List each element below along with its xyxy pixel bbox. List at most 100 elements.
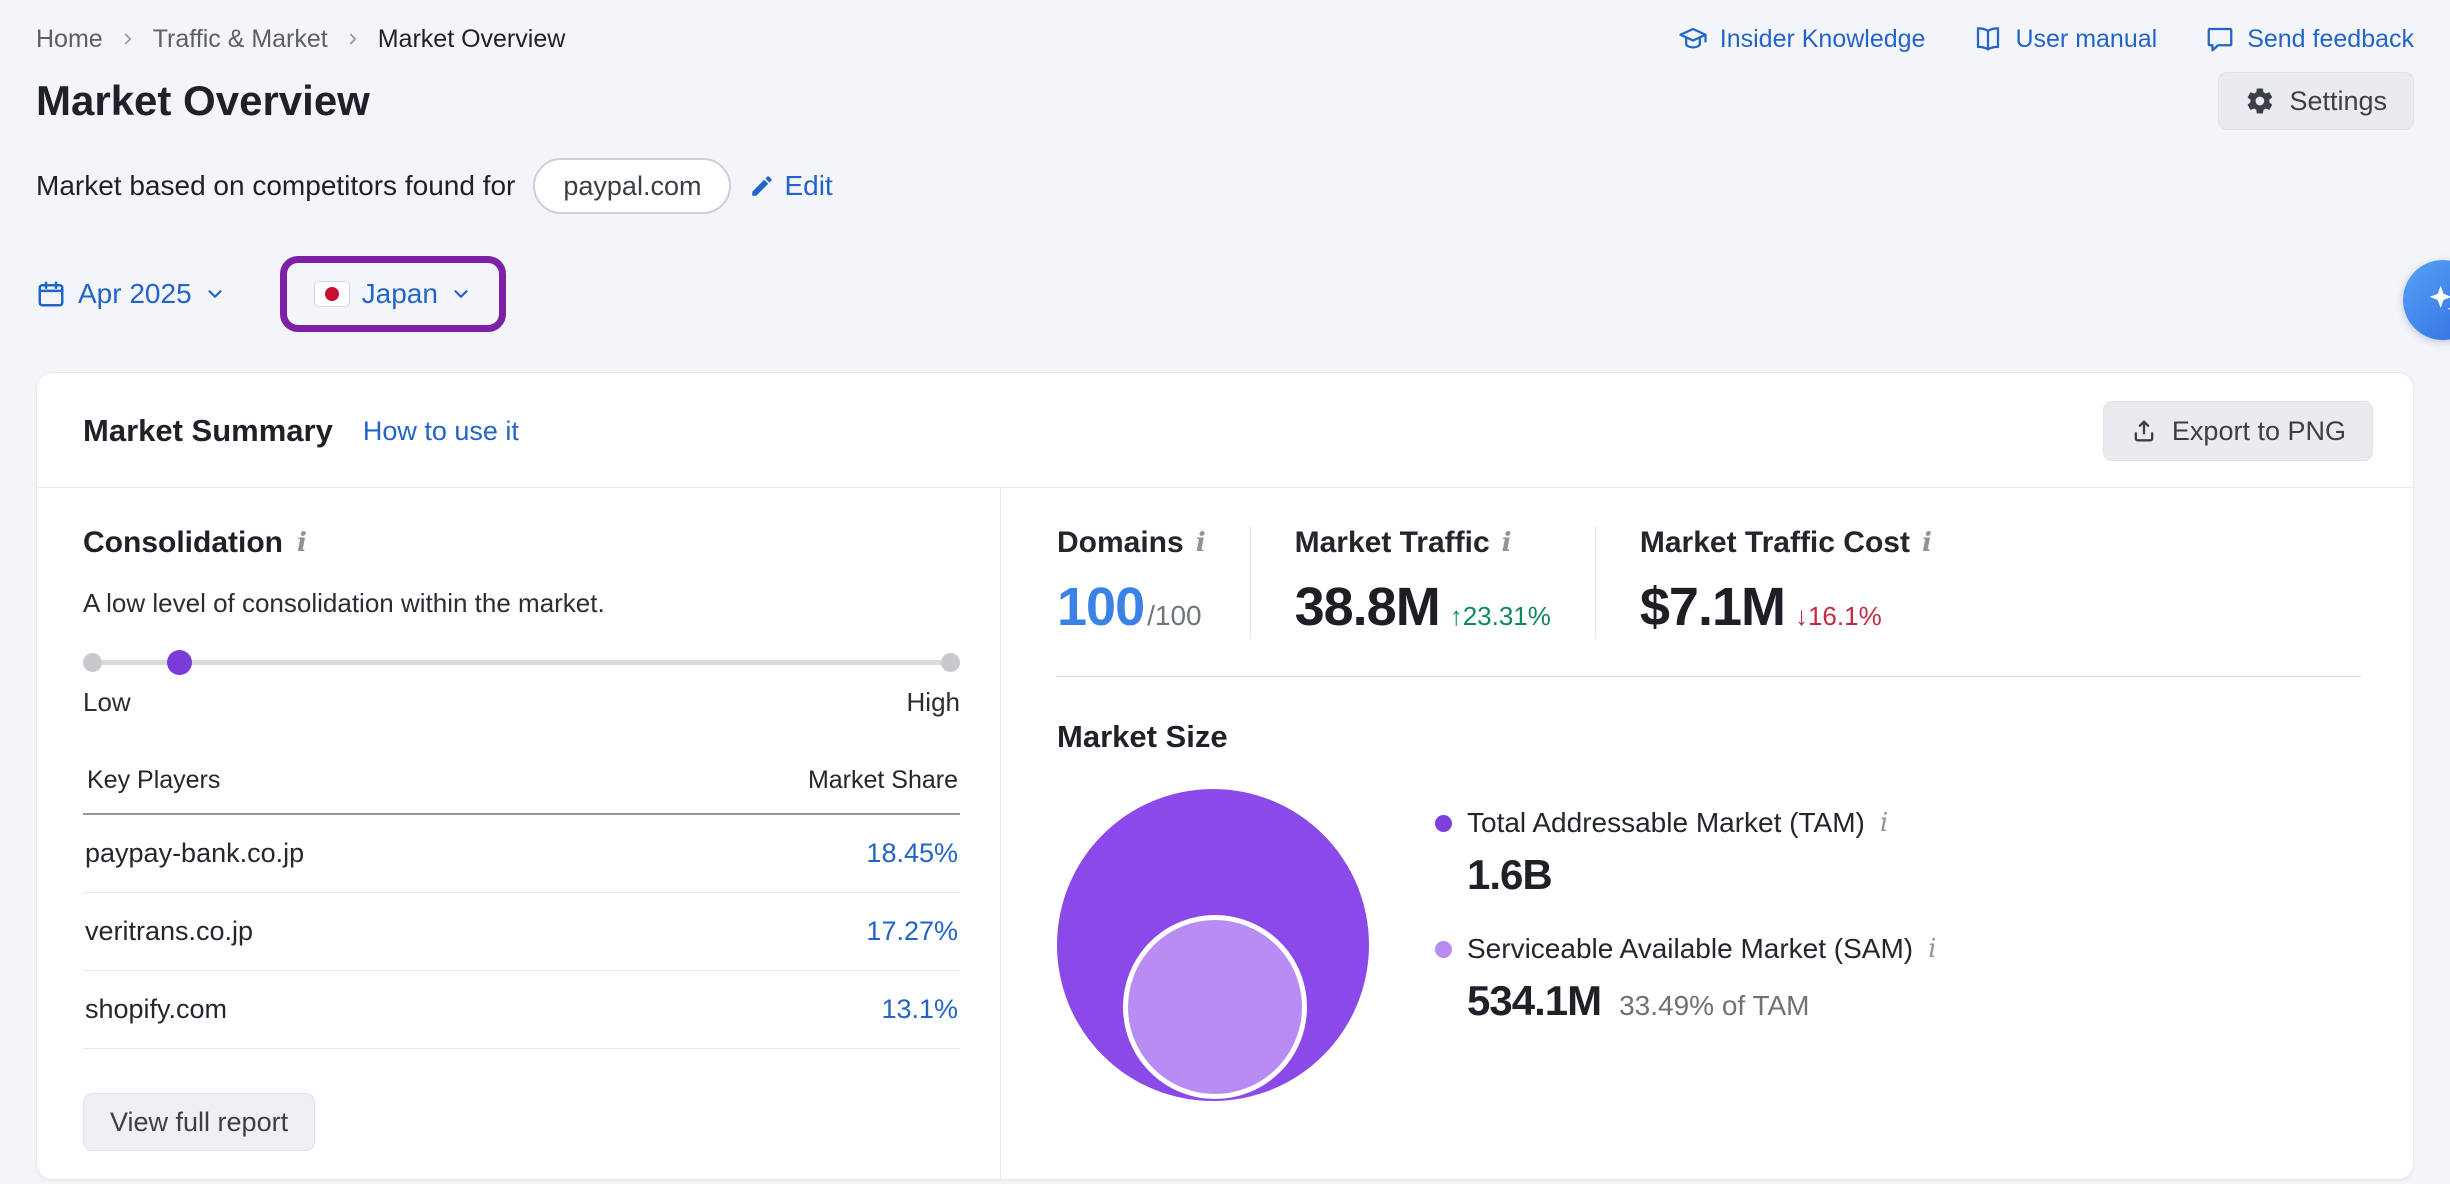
- country-label: Japan: [362, 278, 438, 310]
- consolidation-slider[interactable]: [83, 649, 960, 675]
- card-title: Market Summary: [83, 413, 333, 449]
- market-traffic-cost-value: $7.1M: [1640, 576, 1785, 638]
- user-manual-link[interactable]: User manual: [1973, 24, 2157, 54]
- gear-icon: [2245, 86, 2275, 116]
- chevron-right-icon: [344, 30, 362, 48]
- graduation-cap-icon: [1678, 24, 1708, 54]
- market-size-legend: Total Addressable Market (TAM) 1.6B Serv…: [1435, 789, 1936, 1105]
- country-dropdown[interactable]: Japan: [314, 278, 472, 310]
- market-size-title: Market Size: [1057, 719, 2361, 755]
- stat-market-traffic: Market Traffic 38.8M ↑23.31%: [1250, 526, 1595, 638]
- chevron-right-icon: [119, 30, 137, 48]
- sam-percent-of-tam: 33.49% of TAM: [1619, 990, 1809, 1022]
- filters-row: Apr 2025 Japan: [36, 266, 2414, 322]
- send-feedback-label: Send feedback: [2247, 25, 2414, 54]
- sam-legend-row: Serviceable Available Market (SAM): [1435, 933, 1936, 965]
- player-share[interactable]: 17.27%: [866, 916, 958, 947]
- slider-low-label: Low: [83, 687, 131, 718]
- breadcrumb-traffic-market[interactable]: Traffic & Market: [153, 25, 328, 54]
- info-icon[interactable]: [1502, 530, 1512, 556]
- export-png-button[interactable]: Export to PNG: [2103, 401, 2373, 461]
- market-share-col-header: Market Share: [808, 766, 958, 795]
- key-players-table: Key Players Market Share paypay-bank.co.…: [83, 766, 960, 1049]
- table-row[interactable]: paypay-bank.co.jp 18.45%: [83, 815, 960, 893]
- market-traffic-cost-label: Market Traffic Cost: [1640, 526, 1910, 560]
- how-to-use-link[interactable]: How to use it: [363, 416, 519, 447]
- info-icon[interactable]: [1880, 810, 1888, 836]
- sam-label: Serviceable Available Market (SAM): [1467, 933, 1913, 965]
- edit-competitors-link[interactable]: Edit: [749, 170, 832, 202]
- analyzed-domain-pill: paypal.com: [533, 158, 731, 214]
- player-domain[interactable]: shopify.com: [85, 994, 227, 1025]
- player-domain[interactable]: veritrans.co.jp: [85, 916, 253, 947]
- send-feedback-link[interactable]: Send feedback: [2205, 24, 2414, 54]
- view-full-report-label: View full report: [110, 1107, 288, 1138]
- tam-legend-row: Total Addressable Market (TAM): [1435, 807, 1936, 839]
- insider-knowledge-link[interactable]: Insider Knowledge: [1678, 24, 1926, 54]
- date-label: Apr 2025: [78, 278, 192, 310]
- info-icon[interactable]: [1196, 530, 1206, 556]
- slider-endpoint-high: [941, 653, 960, 672]
- breadcrumb-current: Market Overview: [378, 25, 566, 54]
- stat-market-traffic-cost: Market Traffic Cost $7.1M ↓16.1%: [1595, 526, 1976, 638]
- consolidation-title-row: Consolidation: [83, 526, 960, 560]
- market-traffic-value: 38.8M: [1295, 576, 1440, 638]
- market-summary-card: Market Summary How to use it Export to P…: [36, 372, 2414, 1180]
- domains-suffix: /100: [1147, 600, 1202, 632]
- market-traffic-delta: ↑23.31%: [1450, 601, 1551, 632]
- info-icon[interactable]: [1928, 936, 1936, 962]
- tam-value: 1.6B: [1467, 851, 1552, 899]
- subtitle-text: Market based on competitors found for: [36, 170, 515, 202]
- market-size-body: Total Addressable Market (TAM) 1.6B Serv…: [1057, 789, 2361, 1105]
- page-title: Market Overview: [36, 77, 370, 125]
- settings-button[interactable]: Settings: [2218, 72, 2414, 130]
- edit-label: Edit: [784, 170, 832, 202]
- export-icon: [2130, 417, 2158, 445]
- sam-bubble[interactable]: [1123, 915, 1307, 1099]
- consolidation-section: Consolidation A low level of consolidati…: [37, 488, 1001, 1179]
- stats-divider: [1057, 676, 2361, 677]
- consolidation-title: Consolidation: [83, 526, 283, 560]
- breadcrumb: Home Traffic & Market Market Overview: [36, 25, 565, 54]
- breadcrumb-home[interactable]: Home: [36, 25, 103, 54]
- header-links: Insider Knowledge User manual Send feedb…: [1678, 24, 2414, 54]
- title-row: Market Overview Settings: [36, 72, 2414, 130]
- domains-value: 100: [1057, 576, 1144, 638]
- table-row[interactable]: shopify.com 13.1%: [83, 971, 960, 1049]
- book-icon: [1973, 24, 2003, 54]
- stats-row: Domains 100 /100 Market Traffic: [1057, 526, 2361, 638]
- slider-endpoint-low: [83, 653, 102, 672]
- player-share[interactable]: 13.1%: [881, 994, 958, 1025]
- market-traffic-label: Market Traffic: [1295, 526, 1490, 560]
- date-dropdown[interactable]: Apr 2025: [36, 278, 226, 310]
- insider-knowledge-label: Insider Knowledge: [1720, 25, 1926, 54]
- export-label: Export to PNG: [2172, 416, 2346, 447]
- key-players-col-header: Key Players: [87, 766, 220, 795]
- user-manual-label: User manual: [2015, 25, 2157, 54]
- market-stats-section: Domains 100 /100 Market Traffic: [1001, 488, 2413, 1179]
- table-row[interactable]: veritrans.co.jp 17.27%: [83, 893, 960, 971]
- topbar: Home Traffic & Market Market Overview In…: [36, 16, 2414, 62]
- sam-value: 534.1M: [1467, 977, 1601, 1025]
- info-icon[interactable]: [297, 530, 307, 556]
- japan-flag-icon: [314, 281, 350, 307]
- chevron-down-icon: [204, 283, 226, 305]
- info-icon[interactable]: [1922, 530, 1932, 556]
- chat-bubble-icon: [2205, 24, 2235, 54]
- calendar-icon: [36, 279, 66, 309]
- key-players-header: Key Players Market Share: [83, 766, 960, 815]
- card-body: Consolidation A low level of consolidati…: [37, 488, 2413, 1179]
- slider-thumb: [167, 650, 192, 675]
- player-domain[interactable]: paypay-bank.co.jp: [85, 838, 304, 869]
- player-share[interactable]: 18.45%: [866, 838, 958, 869]
- tam-label: Total Addressable Market (TAM): [1467, 807, 1865, 839]
- slider-labels: Low High: [83, 687, 960, 718]
- market-size-bubble-chart[interactable]: [1057, 789, 1373, 1105]
- tam-dot-icon: [1435, 815, 1452, 832]
- sparkles-icon: [2424, 281, 2450, 319]
- subtitle-row: Market based on competitors found for pa…: [36, 158, 2414, 214]
- slider-high-label: High: [907, 687, 960, 718]
- sam-dot-icon: [1435, 941, 1452, 958]
- view-full-report-button[interactable]: View full report: [83, 1093, 315, 1151]
- consolidation-description: A low level of consolidation within the …: [83, 588, 960, 619]
